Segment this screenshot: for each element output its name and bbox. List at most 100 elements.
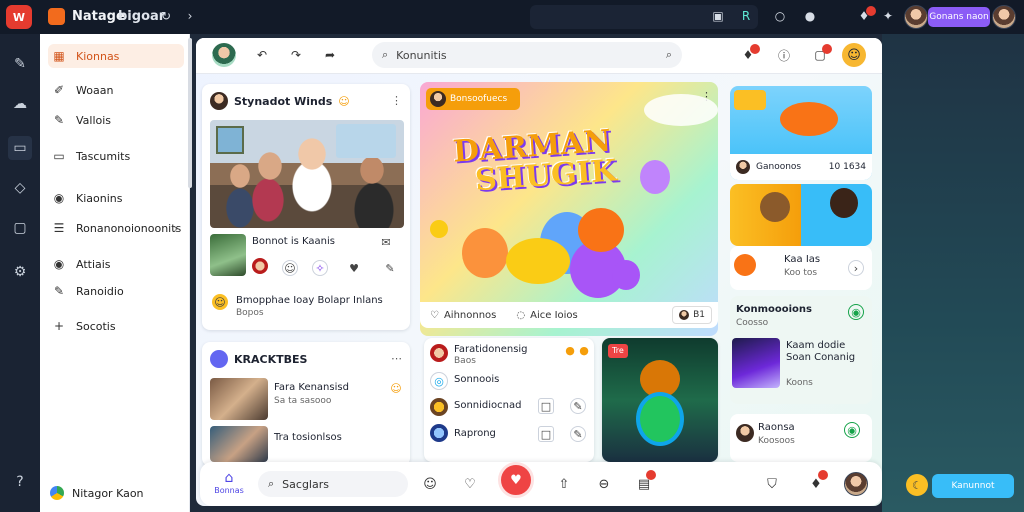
info-icon[interactable]: ⓘ [776, 47, 792, 63]
profile-avatar[interactable] [844, 472, 868, 496]
smile-icon[interactable]: ☺ [388, 380, 404, 396]
search-lens-icon[interactable]: ⌕ [666, 48, 672, 62]
chevron-right-icon[interactable]: › [848, 260, 864, 276]
host-avatar [430, 91, 446, 107]
list-row-sub: Sa ta sasooo [274, 396, 332, 406]
rocket-icon[interactable]: ✎ [8, 52, 32, 76]
users-icon[interactable]: ☺ [422, 476, 438, 492]
promo-card-4[interactable]: Konmoooions Coosso ◉ Kaam dodie Soan Con… [730, 296, 872, 404]
redo-icon[interactable]: ↷ [288, 47, 304, 63]
moon-icon[interactable]: ☾ [906, 474, 928, 496]
promo-card-1[interactable]: Ganoonos 10 1634 [730, 86, 872, 180]
bottom-search-placeholder: Sacglars [282, 477, 329, 491]
more-icon[interactable]: ⋯ [391, 352, 402, 365]
content-search-input[interactable]: ⌕ Konunitis ⌕ [372, 42, 682, 68]
featured-game-banner[interactable]: Bonsoofuecs ⋮ DARMAN SHUGIK [420, 82, 718, 336]
sticker-icon[interactable]: ● [576, 342, 592, 358]
toolbar-avatar[interactable] [212, 43, 236, 67]
promo-card-5[interactable]: Raonsa Koosoos ◉ [730, 414, 872, 462]
friend-name: Raprong [454, 428, 496, 439]
profile-avatar[interactable] [992, 5, 1016, 29]
top-action-button[interactable]: Gonans naon [928, 7, 990, 27]
promo-sub: Koons [786, 378, 813, 388]
cloud-icon[interactable]: ☁ [8, 92, 32, 116]
brand-r-icon[interactable]: R [738, 8, 754, 24]
heart-icon[interactable]: ♥ [346, 260, 362, 276]
undo-icon[interactable]: ↶ [254, 47, 270, 63]
sidebar-item-ranoidio[interactable]: ✎ Ranoidio [48, 279, 184, 303]
content-toolbar: ↶ ↷ ➦ ⌕ Konunitis ⌕ ♦ ⓘ ▢ ☺ [196, 38, 882, 74]
emoji-react-icon[interactable]: ☺ [282, 260, 298, 276]
pencil-icon[interactable]: ✎ [382, 260, 398, 276]
chat-icon[interactable]: ● [802, 8, 818, 24]
spark-icon[interactable]: ✧ [312, 260, 328, 276]
floating-action-button[interactable]: Kanunnot [932, 474, 1014, 498]
comment-button[interactable]: ◌ Aice Ioios [516, 310, 577, 321]
featured-label[interactable]: Bonsoofuecs [426, 88, 520, 110]
friends-list-card[interactable]: Faratidonensig Baos ● ● ◎ Sonnoois Sonni… [424, 338, 594, 462]
window-icon[interactable]: ▢ [8, 216, 32, 240]
chevron-right-icon[interactable]: › [182, 8, 198, 24]
edit-icon[interactable]: ✎ [570, 426, 586, 442]
refresh-icon[interactable]: ↻ [158, 8, 174, 24]
record-button[interactable]: ♥ [498, 462, 534, 498]
app-logo[interactable]: W [6, 5, 32, 29]
promo-row-text: Ganoonos [756, 162, 802, 172]
promo-line2: Soan Conanig [786, 352, 856, 363]
circle-icon[interactable]: ○ [772, 8, 788, 24]
character-flying [780, 102, 838, 136]
family-post-card[interactable]: Stynadot Winds ☺ ⋮ Bonnot is Kaanis ✉ ☺ … [202, 84, 410, 330]
share-icon[interactable]: ➦ [322, 47, 338, 63]
promo-title: Raonsa [758, 422, 795, 433]
emoji-icon[interactable]: ☺ [842, 43, 866, 67]
cloud-decoration [644, 94, 718, 126]
square-icon[interactable]: □ [538, 398, 554, 414]
promo-card-3[interactable]: Kaa Ias Koo tos › [730, 246, 872, 290]
message-icon[interactable]: ✉ [378, 234, 394, 250]
upload-icon[interactable]: ⇧ [556, 476, 572, 492]
coin-icon: ☺ [212, 294, 228, 310]
promo-title: Kaam dodie [786, 340, 846, 351]
heart-outline-icon[interactable]: ♡ [462, 476, 478, 492]
sidebar-item-attiais[interactable]: ◉ Attiais [48, 252, 184, 276]
sidebar-item-vallois[interactable]: ✎ Vallois [48, 108, 184, 132]
card-icon[interactable]: ▣ [710, 8, 726, 24]
like-button[interactable]: ♡ Aihnonnos [430, 310, 496, 321]
sidebar-item-socotis[interactable]: + Socotis [48, 314, 184, 338]
sidebar-item-woaan[interactable]: ✐ Woaan [48, 78, 184, 102]
toggle-icon[interactable]: ◉ [848, 304, 864, 320]
sidebar-item-label: Ronanonoionoonits [76, 221, 182, 235]
alert-icon[interactable]: ✦ [880, 8, 896, 24]
sidebar-item-kionnas[interactable]: ▦ Kionnas [48, 44, 184, 68]
pen-icon: ✎ [53, 113, 65, 127]
more-icon[interactable]: ⋮ [391, 94, 402, 107]
sidebar-item-ronanonoionoonits[interactable]: ☰ Ronanonoionoonits › [48, 216, 184, 240]
settings-icon[interactable]: ⚙ [8, 260, 32, 284]
shield-icon[interactable]: ⛉ [764, 476, 780, 492]
edit-icon[interactable]: ✎ [570, 398, 586, 414]
shield-icon: ◎ [430, 372, 448, 390]
sidebar-item-label: Attiais [76, 257, 111, 271]
card-title: Stynadot Winds [234, 94, 333, 108]
search-icon: ⌕ [382, 48, 389, 61]
square-icon[interactable]: □ [538, 426, 554, 442]
help-icon[interactable]: ? [8, 470, 32, 494]
toggle-icon[interactable]: ◉ [844, 422, 860, 438]
sidebar-item-tascumits[interactable]: ▭ Tascumits [48, 144, 184, 168]
tag-icon[interactable]: ◇ [8, 176, 32, 200]
user-avatar[interactable] [904, 5, 928, 29]
promo-sub: Koosoos [758, 436, 795, 446]
sidebar-item-kiaonins[interactable]: ◉ Kiaonins [48, 186, 184, 210]
sidebar-scrollbar[interactable] [188, 38, 192, 188]
icon-rail: ✎ ☁ ▭ ◇ ▢ ⚙ ? [0, 34, 40, 512]
screen-icon[interactable]: ▭ [8, 136, 32, 160]
game-preview-card[interactable]: Tre [602, 338, 718, 462]
sidebar-footer[interactable]: Nitagor Kaon [50, 486, 144, 500]
box-icon: ▭ [53, 149, 65, 163]
bottom-search-input[interactable]: ⌕ Sacglars [258, 471, 408, 497]
promo-card-2[interactable] [730, 184, 872, 246]
game-title: DARMAN SHUGIK [451, 123, 618, 199]
minus-circle-icon[interactable]: ⊖ [596, 476, 612, 492]
kracktbes-card[interactable]: KRACKTBES ⋯ Fara Kenansisd Sa ta sasooo … [202, 342, 410, 466]
home-tab[interactable]: ⌂ Bonnas [214, 470, 244, 495]
